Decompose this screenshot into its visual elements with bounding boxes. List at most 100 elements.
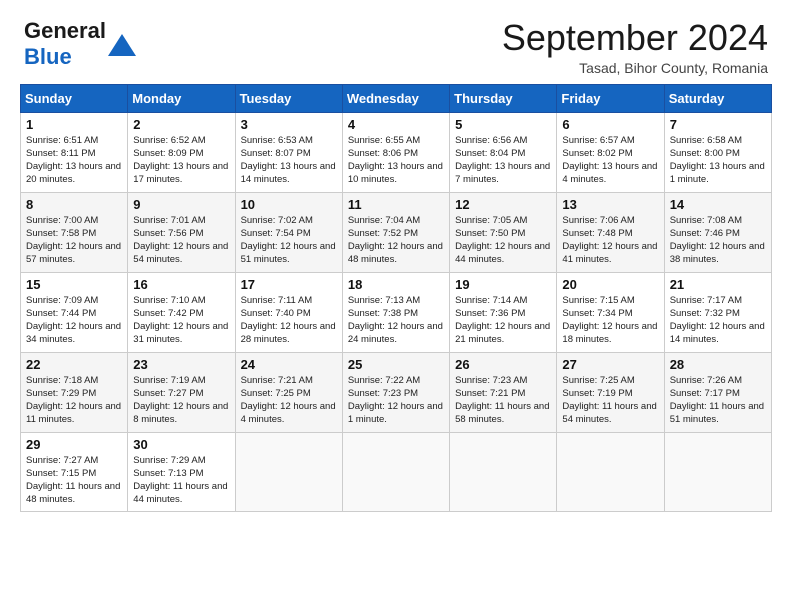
calendar-cell: 4 Sunrise: 6:55 AMSunset: 8:06 PMDaylight…: [342, 112, 449, 192]
day-number: 6: [562, 117, 658, 132]
header-day-wednesday: Wednesday: [342, 84, 449, 112]
calendar-cell: 22 Sunrise: 7:18 AMSunset: 7:29 PMDayligh…: [21, 352, 128, 432]
calendar-week-4: 22 Sunrise: 7:18 AMSunset: 7:29 PMDayligh…: [21, 352, 772, 432]
calendar-cell: 11Sunrise: 7:04 AMSunset: 7:52 PMDayligh…: [342, 192, 449, 272]
day-number: 7: [670, 117, 766, 132]
day-info: Sunrise: 7:23 AMSunset: 7:21 PMDaylight:…: [455, 374, 551, 427]
day-number: 2: [133, 117, 229, 132]
day-number: 22: [26, 357, 122, 372]
header-day-saturday: Saturday: [664, 84, 771, 112]
day-info: Sunrise: 7:06 AMSunset: 7:48 PMDaylight:…: [562, 214, 658, 267]
calendar-week-3: 15Sunrise: 7:09 AMSunset: 7:44 PMDayligh…: [21, 272, 772, 352]
day-number: 4: [348, 117, 444, 132]
day-number: 24: [241, 357, 337, 372]
calendar-cell: 8 Sunrise: 7:00 AMSunset: 7:58 PMDaylight…: [21, 192, 128, 272]
page: General Blue September 2024 Tasad, Bihor…: [0, 0, 792, 612]
day-info: Sunrise: 6:55 AMSunset: 8:06 PMDaylight:…: [348, 134, 444, 187]
day-number: 30: [133, 437, 229, 452]
calendar-cell: 17 Sunrise: 7:11 AMSunset: 7:40 PMDayligh…: [235, 272, 342, 352]
calendar-header-row: SundayMondayTuesdayWednesdayThursdayFrid…: [21, 84, 772, 112]
day-info: Sunrise: 6:52 AMSunset: 8:09 PMDaylight:…: [133, 134, 229, 187]
calendar-cell: 15Sunrise: 7:09 AMSunset: 7:44 PMDayligh…: [21, 272, 128, 352]
calendar-cell: 3 Sunrise: 6:53 AMSunset: 8:07 PMDaylight…: [235, 112, 342, 192]
logo-text: General Blue: [24, 18, 106, 70]
calendar-cell: 27 Sunrise: 7:25 AMSunset: 7:19 PMDayligh…: [557, 352, 664, 432]
calendar-cell: 25Sunrise: 7:22 AMSunset: 7:23 PMDayligh…: [342, 352, 449, 432]
calendar-cell: 9 Sunrise: 7:01 AMSunset: 7:56 PMDaylight…: [128, 192, 235, 272]
calendar-cell: [235, 432, 342, 511]
calendar-week-5: 29 Sunrise: 7:27 AMSunset: 7:15 PMDayligh…: [21, 432, 772, 511]
calendar-cell: 21 Sunrise: 7:17 AMSunset: 7:32 PMDayligh…: [664, 272, 771, 352]
calendar-cell: 1Sunrise: 6:51 AMSunset: 8:11 PMDaylight…: [21, 112, 128, 192]
calendar-cell: [342, 432, 449, 511]
calendar-cell: 29 Sunrise: 7:27 AMSunset: 7:15 PMDayligh…: [21, 432, 128, 511]
day-number: 17: [241, 277, 337, 292]
day-info: Sunrise: 7:19 AMSunset: 7:27 PMDaylight:…: [133, 374, 229, 427]
calendar-cell: 19 Sunrise: 7:14 AMSunset: 7:36 PMDayligh…: [450, 272, 557, 352]
logo-general: General: [24, 18, 106, 43]
day-info: Sunrise: 7:10 AMSunset: 7:42 PMDaylight:…: [133, 294, 229, 347]
header: General Blue September 2024 Tasad, Bihor…: [0, 0, 792, 84]
day-info: Sunrise: 7:08 AMSunset: 7:46 PMDaylight:…: [670, 214, 766, 267]
calendar-cell: 6 Sunrise: 6:57 AMSunset: 8:02 PMDaylight…: [557, 112, 664, 192]
calendar-cell: 16 Sunrise: 7:10 AMSunset: 7:42 PMDayligh…: [128, 272, 235, 352]
calendar-week-2: 8 Sunrise: 7:00 AMSunset: 7:58 PMDaylight…: [21, 192, 772, 272]
day-number: 8: [26, 197, 122, 212]
day-info: Sunrise: 6:53 AMSunset: 8:07 PMDaylight:…: [241, 134, 337, 187]
day-info: Sunrise: 7:09 AMSunset: 7:44 PMDaylight:…: [26, 294, 122, 347]
header-day-thursday: Thursday: [450, 84, 557, 112]
calendar-cell: 26 Sunrise: 7:23 AMSunset: 7:21 PMDayligh…: [450, 352, 557, 432]
day-info: Sunrise: 7:27 AMSunset: 7:15 PMDaylight:…: [26, 454, 122, 507]
day-info: Sunrise: 7:11 AMSunset: 7:40 PMDaylight:…: [241, 294, 337, 347]
day-info: Sunrise: 6:58 AMSunset: 8:00 PMDaylight:…: [670, 134, 766, 187]
day-info: Sunrise: 7:04 AMSunset: 7:52 PMDaylight:…: [348, 214, 444, 267]
calendar-wrapper: SundayMondayTuesdayWednesdayThursdayFrid…: [0, 84, 792, 528]
header-day-monday: Monday: [128, 84, 235, 112]
calendar-cell: 12Sunrise: 7:05 AMSunset: 7:50 PMDayligh…: [450, 192, 557, 272]
month-title: September 2024: [502, 18, 768, 58]
day-info: Sunrise: 7:22 AMSunset: 7:23 PMDaylight:…: [348, 374, 444, 427]
day-number: 16: [133, 277, 229, 292]
day-number: 3: [241, 117, 337, 132]
calendar-cell: [557, 432, 664, 511]
day-number: 5: [455, 117, 551, 132]
day-number: 29: [26, 437, 122, 452]
day-number: 20: [562, 277, 658, 292]
calendar-cell: 20Sunrise: 7:15 AMSunset: 7:34 PMDayligh…: [557, 272, 664, 352]
day-info: Sunrise: 7:14 AMSunset: 7:36 PMDaylight:…: [455, 294, 551, 347]
day-number: 18: [348, 277, 444, 292]
day-number: 23: [133, 357, 229, 372]
day-info: Sunrise: 7:21 AMSunset: 7:25 PMDaylight:…: [241, 374, 337, 427]
day-number: 1: [26, 117, 122, 132]
day-info: Sunrise: 7:17 AMSunset: 7:32 PMDaylight:…: [670, 294, 766, 347]
day-number: 10: [241, 197, 337, 212]
header-day-friday: Friday: [557, 84, 664, 112]
day-number: 28: [670, 357, 766, 372]
logo: General Blue: [24, 18, 136, 70]
day-number: 21: [670, 277, 766, 292]
day-number: 27: [562, 357, 658, 372]
calendar-cell: 7 Sunrise: 6:58 AMSunset: 8:00 PMDaylight…: [664, 112, 771, 192]
day-info: Sunrise: 7:00 AMSunset: 7:58 PMDaylight:…: [26, 214, 122, 267]
calendar-cell: [664, 432, 771, 511]
calendar-week-1: 1Sunrise: 6:51 AMSunset: 8:11 PMDaylight…: [21, 112, 772, 192]
day-info: Sunrise: 7:25 AMSunset: 7:19 PMDaylight:…: [562, 374, 658, 427]
day-info: Sunrise: 7:18 AMSunset: 7:29 PMDaylight:…: [26, 374, 122, 427]
calendar-cell: 14Sunrise: 7:08 AMSunset: 7:46 PMDayligh…: [664, 192, 771, 272]
calendar-cell: 10Sunrise: 7:02 AMSunset: 7:54 PMDayligh…: [235, 192, 342, 272]
day-info: Sunrise: 6:56 AMSunset: 8:04 PMDaylight:…: [455, 134, 551, 187]
calendar-cell: 2 Sunrise: 6:52 AMSunset: 8:09 PMDaylight…: [128, 112, 235, 192]
calendar-cell: 18 Sunrise: 7:13 AMSunset: 7:38 PMDayligh…: [342, 272, 449, 352]
day-number: 26: [455, 357, 551, 372]
day-info: Sunrise: 6:57 AMSunset: 8:02 PMDaylight:…: [562, 134, 658, 187]
day-number: 19: [455, 277, 551, 292]
calendar-cell: 23 Sunrise: 7:19 AMSunset: 7:27 PMDayligh…: [128, 352, 235, 432]
day-info: Sunrise: 7:01 AMSunset: 7:56 PMDaylight:…: [133, 214, 229, 267]
day-info: Sunrise: 7:13 AMSunset: 7:38 PMDaylight:…: [348, 294, 444, 347]
calendar-cell: 24 Sunrise: 7:21 AMSunset: 7:25 PMDayligh…: [235, 352, 342, 432]
location-title: Tasad, Bihor County, Romania: [502, 60, 768, 76]
day-number: 13: [562, 197, 658, 212]
title-section: September 2024 Tasad, Bihor County, Roma…: [502, 18, 768, 76]
calendar-table: SundayMondayTuesdayWednesdayThursdayFrid…: [20, 84, 772, 512]
day-number: 9: [133, 197, 229, 212]
